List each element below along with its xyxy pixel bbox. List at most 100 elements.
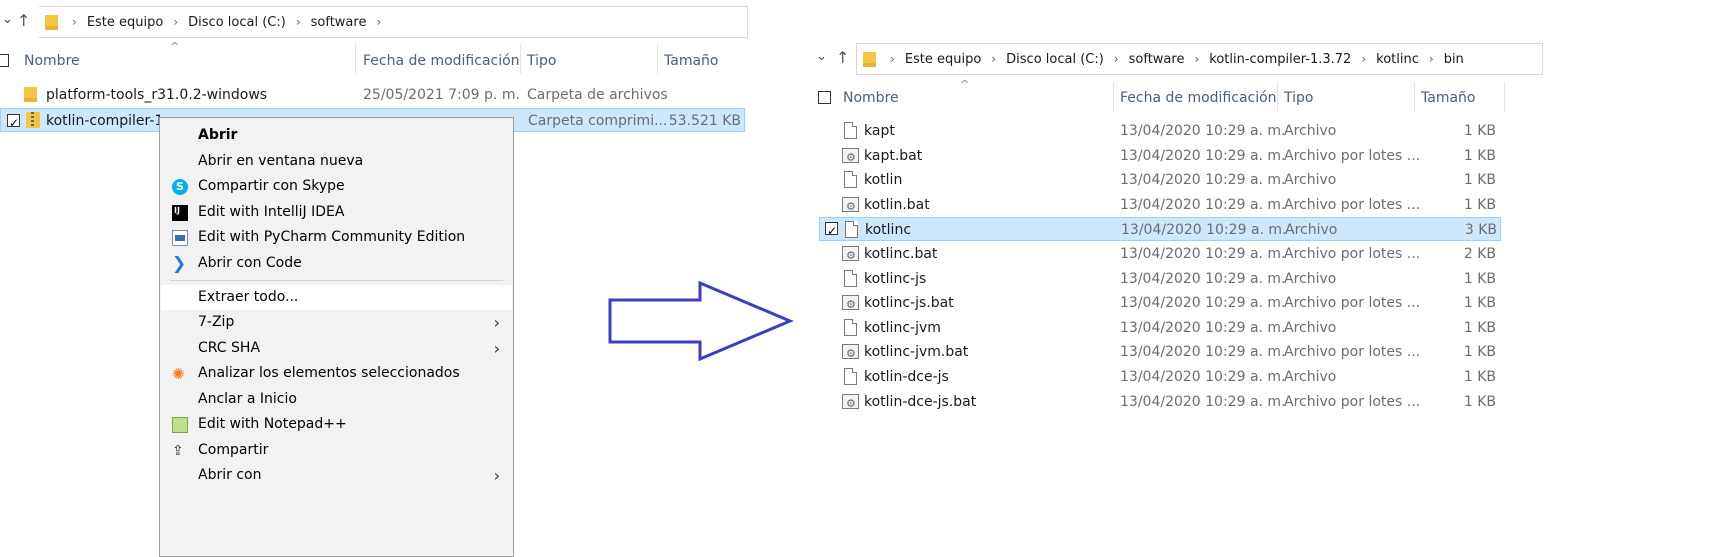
breadcrumb-item[interactable]: Este equipo bbox=[83, 15, 168, 30]
sort-up-icon: ^ bbox=[960, 78, 970, 91]
file-row[interactable]: kotlin-dce-js 13/04/2020 10:29 a. m. Archi… bbox=[819, 365, 1501, 389]
row-checkbox[interactable] bbox=[7, 111, 20, 135]
file-size: 1 KB bbox=[1463, 344, 1496, 361]
column-header-name[interactable]: Nombre bbox=[24, 53, 80, 69]
column-header-date[interactable]: Fecha de modificación bbox=[363, 53, 520, 69]
file-icon bbox=[844, 368, 857, 385]
column-divider[interactable] bbox=[1414, 82, 1415, 112]
batch-file-icon bbox=[842, 293, 859, 317]
file-name: kotlinc-jvm bbox=[864, 319, 941, 336]
menu-item-abrir-con[interactable]: Abrir con › bbox=[161, 463, 512, 488]
file-row[interactable]: kotlinc-jvm 13/04/2020 10:29 a. m. Archivo… bbox=[819, 316, 1501, 340]
menu-item-label: 7-Zip bbox=[198, 314, 235, 330]
column-header-type[interactable]: Tipo bbox=[1284, 90, 1313, 106]
menu-item-abrir-ventana-nueva[interactable]: Abrir en ventana nueva bbox=[161, 149, 512, 174]
menu-item-label: CRC SHA bbox=[198, 340, 261, 356]
file-date: 13/04/2020 10:29 a. m. bbox=[1120, 393, 1286, 410]
menu-item-anclar-inicio[interactable]: Anclar a Inicio bbox=[161, 387, 512, 412]
column-header-size[interactable]: Tamaño bbox=[1421, 90, 1475, 106]
column-header-size[interactable]: Tamaño bbox=[664, 53, 718, 69]
file-size: 53.521 KB bbox=[668, 113, 741, 129]
column-header-name[interactable]: Nombre bbox=[843, 90, 899, 106]
menu-item-analizar[interactable]: ✺ Analizar los elementos seleccionados bbox=[161, 361, 512, 386]
file-icon bbox=[844, 318, 857, 336]
menu-item-abrir-code[interactable]: ❯ Abrir con Code bbox=[161, 251, 512, 276]
file-row[interactable]: kotlin.bat 13/04/2020 10:29 a. m.Archivo … bbox=[819, 193, 1501, 219]
select-all-checkbox[interactable] bbox=[818, 91, 831, 104]
chevron-right-icon[interactable]: › bbox=[167, 15, 184, 29]
breadcrumb-item[interactable]: bin bbox=[1440, 52, 1468, 67]
file-row[interactable]: kotlinc.bat 13/04/2020 10:29 a. m.Archivo… bbox=[819, 242, 1501, 268]
pycharm-icon bbox=[172, 230, 188, 246]
file-row[interactable]: kotlin-dce-js.bat 13/04/2020 10:29 a. m.A… bbox=[819, 390, 1501, 416]
breadcrumb-item[interactable]: kotlinc bbox=[1372, 52, 1423, 67]
menu-item-abrir[interactable]: Abrir bbox=[161, 123, 512, 148]
column-header-date[interactable]: Fecha de modificación bbox=[1120, 90, 1277, 106]
menu-item-intellij[interactable]: IJ Edit with IntelliJ IDEA bbox=[161, 200, 512, 225]
file-size: 1 KB bbox=[1463, 393, 1496, 410]
file-row-selected[interactable]: kotlinc 13/04/2020 10:29 a. m.Archivo 3 KB bbox=[819, 217, 1501, 243]
file-row[interactable]: kotlinc-jvm.bat 13/04/2020 10:29 a. m.Arc… bbox=[819, 340, 1501, 366]
menu-item-extraer-todo[interactable]: Extraer todo... bbox=[161, 285, 512, 310]
batch-file-icon bbox=[842, 392, 859, 416]
file-row[interactable]: kapt 13/04/2020 10:29 a. m. Archivo 1 KB bbox=[819, 119, 1501, 143]
breadcrumb-item[interactable]: Disco local (C:) bbox=[1002, 52, 1108, 67]
batch-file-icon bbox=[842, 146, 859, 170]
file-size: 1 KB bbox=[1463, 319, 1496, 336]
menu-item-pycharm[interactable]: Edit with PyCharm Community Edition bbox=[161, 225, 512, 250]
file-date: 13/04/2020 10:29 a. m. bbox=[1120, 270, 1286, 287]
breadcrumb-item[interactable]: kotlin-compiler-1.3.72 bbox=[1205, 52, 1355, 67]
column-divider[interactable] bbox=[1504, 82, 1505, 112]
batch-file-icon bbox=[842, 195, 859, 219]
up-arrow-icon[interactable]: ↑ bbox=[836, 48, 849, 67]
breadcrumb-item[interactable]: software bbox=[1125, 52, 1189, 67]
breadcrumb-item[interactable]: Disco local (C:) bbox=[184, 15, 290, 30]
file-row[interactable]: platform-tools_r31.0.2-windows 25/05/202… bbox=[0, 83, 745, 107]
chevron-right-icon[interactable]: › bbox=[985, 52, 1002, 66]
file-size: 1 KB bbox=[1463, 295, 1496, 312]
menu-item-notepadpp[interactable]: Edit with Notepad++ bbox=[161, 412, 512, 437]
file-row[interactable]: kotlin 13/04/2020 10:29 a. m. Archivo 1 KB bbox=[819, 168, 1501, 192]
chevron-right-icon[interactable]: › bbox=[290, 15, 307, 29]
file-name: kotlin-dce-js.bat bbox=[864, 393, 977, 410]
select-all-checkbox[interactable] bbox=[0, 54, 9, 67]
file-size: 1 KB bbox=[1463, 123, 1496, 139]
file-type: Archivo bbox=[1284, 172, 1337, 189]
column-header-type[interactable]: Tipo bbox=[527, 53, 556, 69]
chevron-right-icon[interactable]: › bbox=[370, 15, 387, 29]
menu-item-7zip[interactable]: 7-Zip › bbox=[161, 310, 512, 335]
column-divider[interactable] bbox=[355, 44, 356, 74]
chevron-right-icon[interactable]: › bbox=[1188, 52, 1205, 66]
menu-item-compartir[interactable]: ⇪ Compartir bbox=[161, 438, 512, 463]
column-divider[interactable] bbox=[520, 44, 521, 74]
file-row[interactable]: kotlinc-js 13/04/2020 10:29 a. m. Archivo 1… bbox=[819, 267, 1501, 291]
batch-file-icon bbox=[842, 244, 859, 268]
file-name: platform-tools_r31.0.2-windows bbox=[46, 87, 268, 103]
file-row[interactable]: kotlinc-js.bat 13/04/2020 10:29 a. m.Arch… bbox=[819, 291, 1501, 317]
chevron-right-icon[interactable]: › bbox=[1108, 52, 1125, 66]
chevron-right-icon[interactable]: › bbox=[66, 15, 83, 29]
recent-locations-chevron-icon[interactable]: ⌄ bbox=[816, 49, 827, 64]
up-arrow-icon[interactable]: ↑ bbox=[17, 11, 30, 30]
menu-item-compartir-skype[interactable]: S Compartir con Skype bbox=[161, 174, 512, 199]
file-date: 13/04/2020 10:29 a. m. bbox=[1121, 222, 1287, 239]
file-size: 2 KB bbox=[1463, 246, 1496, 262]
breadcrumb[interactable]: › Este equipo › Disco local (C:) › softw… bbox=[39, 6, 748, 38]
column-divider[interactable] bbox=[1277, 82, 1278, 112]
file-type: Archivo por lotes ... bbox=[1284, 246, 1421, 262]
file-row[interactable]: kapt.bat 13/04/2020 10:29 a. m.Archivo po… bbox=[819, 144, 1501, 170]
file-date: 13/04/2020 10:29 a. m. bbox=[1120, 344, 1286, 361]
recent-locations-chevron-icon[interactable]: ⌄ bbox=[2, 12, 13, 27]
menu-item-crc-sha[interactable]: CRC SHA › bbox=[161, 336, 512, 361]
breadcrumb-item[interactable]: Este equipo bbox=[901, 52, 986, 67]
breadcrumb[interactable]: › Este equipo › Disco local (C:) › softw… bbox=[856, 43, 1543, 75]
chevron-right-icon[interactable]: › bbox=[1355, 52, 1372, 66]
column-divider[interactable] bbox=[657, 44, 658, 74]
chevron-right-icon[interactable]: › bbox=[884, 52, 901, 66]
chevron-right-icon[interactable]: › bbox=[1423, 52, 1440, 66]
file-icon bbox=[845, 221, 858, 239]
column-divider[interactable] bbox=[1113, 82, 1114, 112]
file-name: kotlin-compiler-1.3.72.zip bbox=[46, 113, 161, 129]
row-checkbox[interactable] bbox=[825, 219, 838, 243]
breadcrumb-item[interactable]: software bbox=[307, 15, 371, 30]
